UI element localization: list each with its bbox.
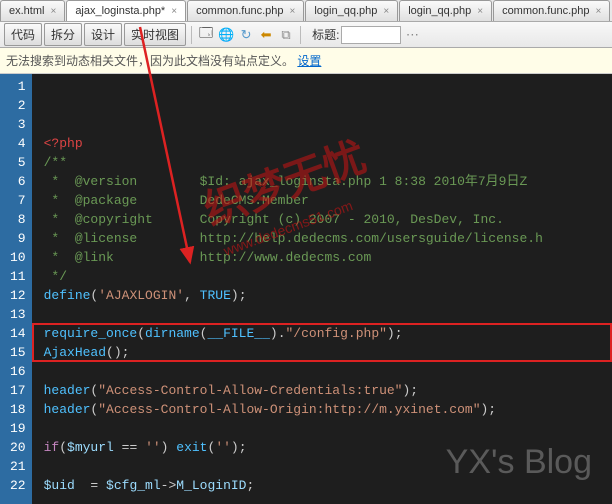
line-number: 7 [10, 191, 26, 210]
preview-icon[interactable]: 🗔 [197, 26, 215, 44]
code-line [44, 362, 612, 381]
error-bar: 无法搜索到动态相关文件，因为此文档没有站点定义。 设置 [0, 48, 612, 74]
line-number: 5 [10, 153, 26, 172]
more-icon[interactable]: ⋯ [403, 26, 421, 44]
tab-ajax-loginsta-php-[interactable]: ajax_loginsta.php* × [66, 0, 186, 21]
line-number: 22 [10, 476, 26, 495]
tab-label: login_qq.php [314, 5, 377, 17]
close-icon[interactable]: × [477, 6, 483, 17]
tab-common-func-php[interactable]: common.func.php × [187, 0, 304, 21]
code-view-button[interactable]: 代码 [4, 23, 42, 46]
code-line: define('AJAXLOGIN', TRUE); [44, 286, 612, 305]
code-line: * @version $Id: ajax_loginsta.php 1 8:38… [44, 172, 612, 191]
line-number: 18 [10, 400, 26, 419]
close-icon[interactable]: × [50, 6, 56, 17]
code-line: AjaxHead(); [44, 343, 612, 362]
code-line: * @copyright Copyright (c) 2007 - 2010, … [44, 210, 612, 229]
line-number: 19 [10, 419, 26, 438]
line-number: 21 [10, 457, 26, 476]
line-number: 11 [10, 267, 26, 286]
line-number: 13 [10, 305, 26, 324]
line-number: 4 [10, 134, 26, 153]
close-icon[interactable]: × [596, 6, 602, 17]
title-label: 标题: [312, 26, 339, 43]
tab-label: ex.html [9, 5, 44, 17]
tab-label: ajax_loginsta.php* [75, 5, 165, 17]
title-input[interactable] [341, 26, 401, 44]
globe-icon[interactable]: 🌐 [217, 26, 235, 44]
code-line: $uid = $cfg_ml->M_LoginID; [44, 476, 612, 495]
tab-common-func-php[interactable]: common.func.php × [493, 0, 610, 21]
tab-login-qq-php[interactable]: login_qq.php × [305, 0, 398, 21]
tab-login-qq-php[interactable]: login_qq.php × [399, 0, 492, 21]
design-view-button[interactable]: 设计 [84, 23, 122, 46]
line-number: 1 [10, 77, 26, 96]
toolbar: 代码 拆分 设计 实时视图 🗔 🌐 ↻ ⬅ ⧉ 标题: ⋯ [0, 22, 612, 48]
code-line: * @link http://www.dedecms.com [44, 248, 612, 267]
code-line: <?php [44, 134, 612, 153]
code-line: header("Access-Control-Allow-Origin:http… [44, 400, 612, 419]
line-number: 14 [10, 324, 26, 343]
inspect-icon[interactable]: ⧉ [277, 26, 295, 44]
error-settings-link[interactable]: 设置 [297, 54, 321, 68]
navigate-icon[interactable]: ⬅ [257, 26, 275, 44]
tab-label: common.func.php [502, 5, 589, 17]
code-line [44, 457, 612, 476]
close-icon[interactable]: × [383, 6, 389, 17]
code-line: * @license http://help.dedecms.com/users… [44, 229, 612, 248]
separator [191, 26, 192, 44]
line-number: 20 [10, 438, 26, 457]
line-number: 10 [10, 248, 26, 267]
code-editor: 12345678910111213141516171819202122 <?ph… [0, 74, 612, 504]
code-line [44, 305, 612, 324]
tab-bar: ex.html×ajax_loginsta.php*×common.func.p… [0, 0, 612, 22]
line-number: 2 [10, 96, 26, 115]
refresh-icon[interactable]: ↻ [237, 26, 255, 44]
line-number: 9 [10, 229, 26, 248]
code-line [44, 419, 612, 438]
line-number: 12 [10, 286, 26, 305]
tab-label: common.func.php [196, 5, 283, 17]
tab-ex-html[interactable]: ex.html × [0, 0, 65, 21]
close-icon[interactable]: × [290, 6, 296, 17]
split-view-button[interactable]: 拆分 [44, 23, 82, 46]
line-number: 17 [10, 381, 26, 400]
code-line: */ [44, 267, 612, 286]
code-line: require_once(dirname(__FILE__)."/config.… [44, 324, 612, 343]
line-number: 8 [10, 210, 26, 229]
line-number: 3 [10, 115, 26, 134]
line-number: 6 [10, 172, 26, 191]
code-line: * @package DedeCMS.Member [44, 191, 612, 210]
tab-label: login_qq.php [408, 5, 471, 17]
code-area[interactable]: <?php/** * @version $Id: ajax_loginsta.p… [32, 74, 612, 504]
line-gutter: 12345678910111213141516171819202122 [0, 74, 32, 504]
separator [300, 26, 301, 44]
line-number: 16 [10, 362, 26, 381]
code-line: /** [44, 153, 612, 172]
error-message: 无法搜索到动态相关文件，因为此文档没有站点定义。 [6, 54, 294, 68]
code-line: if($myurl == '') exit(''); [44, 438, 612, 457]
line-number: 15 [10, 343, 26, 362]
live-view-button[interactable]: 实时视图 [124, 23, 186, 46]
close-icon[interactable]: × [171, 6, 177, 17]
code-line: header("Access-Control-Allow-Credentials… [44, 381, 612, 400]
